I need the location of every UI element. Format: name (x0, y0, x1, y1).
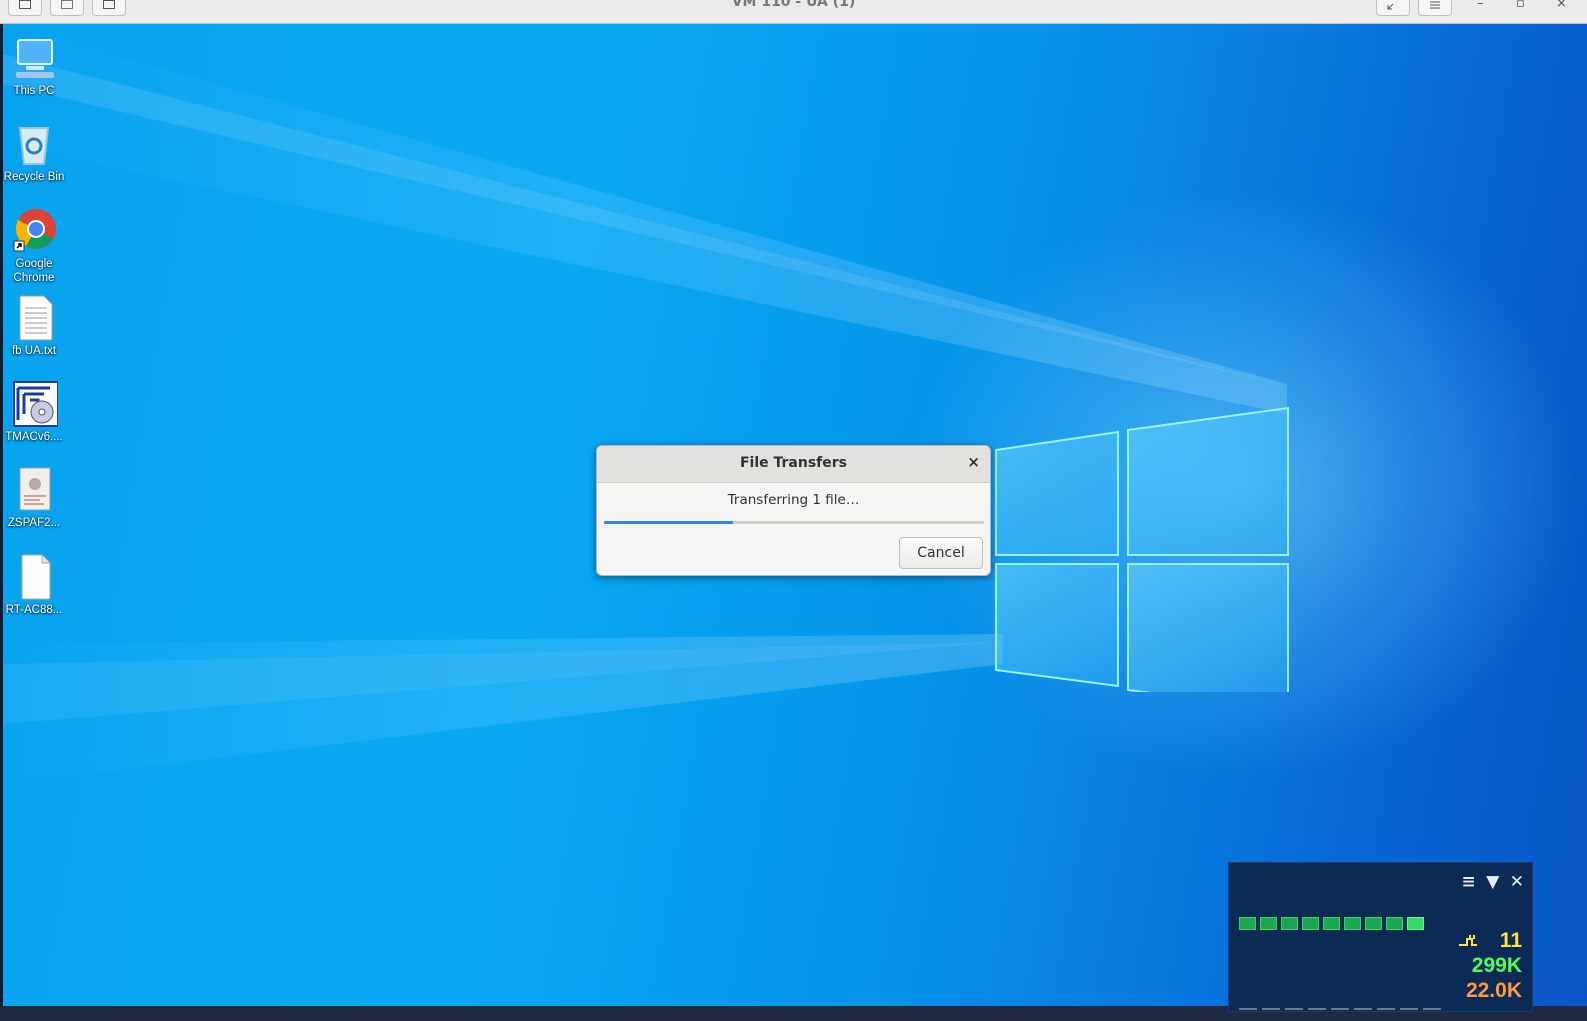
minimize-button[interactable]: – (1477, 0, 1484, 11)
tmac-app-icon (10, 380, 59, 428)
download-rate: 299K (1471, 954, 1522, 977)
dialog-header: File Transfers × (597, 446, 990, 483)
transfer-status-text: Transferring 1 file… (727, 492, 860, 508)
meter-segment (1281, 917, 1298, 930)
monitor-controls: ≡ ▼ ✕ (1456, 873, 1524, 892)
desktop-icon-label: Recycle Bin (3, 171, 65, 183)
desktop-icon-fb-ua-txt[interactable]: fb UA.txt (3, 294, 65, 358)
meter-segment (1386, 917, 1403, 930)
vm-title-bar: VM 110 - UA (1) – ▫ × (0, 0, 1587, 24)
meter-segment (1302, 917, 1319, 930)
upload-rate: 22.0K (1465, 979, 1522, 1002)
recycle-bin-icon (10, 120, 58, 168)
desktop-icon-this-pc[interactable]: This PC (3, 34, 65, 98)
monitor-collapse-icon[interactable]: ▼ (1486, 873, 1499, 891)
desktop-icon-zspaf2[interactable]: ZSPAF2... (3, 466, 65, 530)
meter-segment (1365, 917, 1382, 930)
connection-plug-icon (1459, 935, 1477, 946)
vm-window-title: VM 110 - UA (1) (731, 0, 856, 10)
desktop-icon-label: Google Chrome (13, 258, 55, 284)
connection-count: 11 (1499, 929, 1522, 952)
computer-icon (10, 34, 58, 82)
file-transfers-dialog: File Transfers × Transferring 1 file… Ca… (596, 445, 991, 576)
monitor-close-icon[interactable]: ✕ (1510, 873, 1524, 891)
maximize-button[interactable]: ▫ (1516, 0, 1525, 11)
blank-file-icon (10, 553, 58, 601)
dialog-title: File Transfers (739, 455, 848, 471)
desktop-icon-label: RT-AC88... (5, 604, 63, 616)
fullscreen-icon (1387, 3, 1394, 10)
desktop-icon-tmac[interactable]: TMACv6.... (3, 380, 65, 444)
cancel-button[interactable]: Cancel (899, 537, 983, 569)
traffic-history (1239, 997, 1446, 1015)
chrome-icon (10, 207, 58, 255)
close-button[interactable]: × (1556, 0, 1567, 11)
desktop-icon-label: TMACv6.... (5, 431, 63, 443)
dialog-close-icon[interactable]: × (967, 453, 980, 471)
desktop-icon-label: This PC (13, 85, 55, 97)
windows-logo (995, 406, 1289, 692)
transfer-progress-fill (604, 521, 734, 524)
document-scan-icon (10, 466, 58, 514)
fullscreen-button[interactable] (1376, 0, 1410, 16)
text-file-icon (10, 294, 58, 342)
desktop-icon-label: fb UA.txt (11, 345, 57, 357)
monitor-menu-icon[interactable]: ≡ (1462, 873, 1476, 891)
transfer-progress-bar (604, 521, 984, 524)
meter-segment (1260, 917, 1277, 930)
desktop-icon-google-chrome[interactable]: Google Chrome (3, 207, 65, 285)
hamburger-icon (1430, 1, 1440, 9)
traffic-meter (1239, 917, 1428, 935)
meter-segment (1323, 917, 1340, 930)
desktop-icon-rt-ac88[interactable]: RT-AC88... (3, 553, 65, 617)
menu-button[interactable] (1418, 0, 1452, 16)
desktop-icon-label: ZSPAF2... (7, 517, 61, 529)
meter-segment (1344, 917, 1361, 930)
meter-segment (1239, 917, 1256, 930)
meter-segment (1407, 917, 1424, 930)
desktop-icon-recycle-bin[interactable]: Recycle Bin (3, 120, 65, 184)
network-monitor-widget[interactable]: ≡ ▼ ✕ 11 299K 22.0K (1228, 862, 1533, 1012)
